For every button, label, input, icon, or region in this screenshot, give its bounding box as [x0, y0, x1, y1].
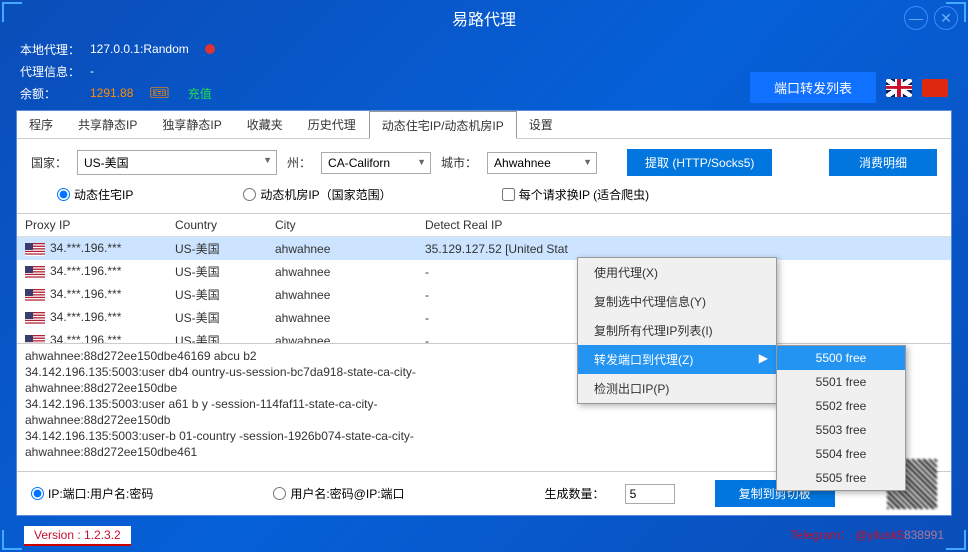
- ctx-item-4[interactable]: 检测出口IP(P): [578, 374, 776, 403]
- flag-us-icon: [25, 289, 45, 302]
- table-row[interactable]: 34.***.196.***US-美国ahwahnee-: [17, 260, 951, 283]
- radio-format2[interactable]: 用户名:密码@IP:端口: [273, 485, 404, 502]
- flag-us-icon: [25, 312, 45, 325]
- flag-us-icon: [25, 335, 45, 343]
- ticket-icon: 🎟: [149, 83, 169, 103]
- country-label: 国家：: [31, 154, 67, 171]
- context-menu: 使用代理(X)复制选中代理信息(Y)复制所有代理IP列表(I)转发端口到代理(Z…: [577, 257, 777, 404]
- tab-3[interactable]: 收藏夹: [235, 111, 296, 138]
- col-country: Country: [175, 218, 275, 232]
- consume-detail-button[interactable]: 消费明细: [829, 149, 937, 176]
- version-badge: Version : 1.2.3.2: [24, 526, 131, 546]
- flag-uk-icon[interactable]: [886, 79, 912, 97]
- balance-value: 1291.88: [90, 86, 133, 100]
- radio-residential[interactable]: 动态住宅IP: [57, 186, 133, 203]
- sub-item-3[interactable]: 5503 free: [777, 418, 905, 442]
- ctx-item-1[interactable]: 复制选中代理信息(Y): [578, 287, 776, 316]
- sub-item-5[interactable]: 5505 free: [777, 466, 905, 490]
- city-select[interactable]: Ahwahnee: [487, 152, 597, 174]
- extract-button[interactable]: 提取 (HTTP/Socks5): [627, 149, 772, 176]
- tab-5[interactable]: 动态住宅IP/动态机房IP: [369, 111, 517, 139]
- state-label: 州：: [287, 154, 311, 171]
- tab-6[interactable]: 设置: [517, 111, 566, 138]
- radio-datacenter[interactable]: 动态机房IP（国家范围）: [243, 186, 391, 203]
- tab-0[interactable]: 程序: [17, 111, 66, 138]
- flag-us-icon: [25, 266, 45, 279]
- flag-us-icon: [25, 243, 45, 256]
- tabs: 程序共享静态IP独享静态IP收藏夹历史代理动态住宅IP/动态机房IP设置: [17, 111, 951, 139]
- qty-label: 生成数量：: [545, 485, 605, 502]
- tab-1[interactable]: 共享静态IP: [66, 111, 150, 138]
- status-dot-icon: [205, 44, 215, 54]
- radio-format1[interactable]: IP:端口:用户名:密码: [31, 485, 153, 502]
- tab-4[interactable]: 历史代理: [296, 111, 369, 138]
- col-ip: Proxy IP: [25, 218, 175, 232]
- local-proxy-value: 127.0.0.1:Random: [90, 42, 189, 56]
- city-label: 城市：: [441, 154, 477, 171]
- col-city: City: [275, 218, 425, 232]
- qty-input[interactable]: [625, 484, 675, 504]
- submenu: 5500 free5501 free5502 free5503 free5504…: [776, 345, 906, 491]
- sub-item-2[interactable]: 5502 free: [777, 394, 905, 418]
- table-row[interactable]: 34.***.196.***US-美国ahwahnee-: [17, 306, 951, 329]
- balance-label: 余额：: [20, 85, 80, 102]
- col-detect: Detect Real IP: [425, 218, 943, 232]
- proxy-info-value: -: [90, 64, 94, 78]
- close-button[interactable]: ✕: [934, 6, 958, 30]
- state-select[interactable]: CA-Californ: [321, 152, 431, 174]
- telegram-info: Telegram： @yilusk5838991: [790, 526, 944, 546]
- ctx-item-3[interactable]: 转发端口到代理(Z)▶5500 free5501 free5502 free55…: [578, 345, 776, 374]
- sub-item-0[interactable]: 5500 free: [777, 346, 905, 370]
- recharge-link[interactable]: 充值: [188, 85, 212, 102]
- country-select[interactable]: US-美国: [77, 150, 277, 175]
- titlebar: 易路代理 — ✕: [0, 0, 968, 36]
- port-forward-list-button[interactable]: 端口转发列表: [750, 72, 876, 103]
- flag-cn-icon[interactable]: [922, 79, 948, 97]
- proxy-info-label: 代理信息：: [20, 63, 80, 80]
- tab-2[interactable]: 独享静态IP: [150, 111, 234, 138]
- local-proxy-label: 本地代理：: [20, 41, 80, 58]
- table-row[interactable]: 34.***.196.***US-美国ahwahnee-: [17, 283, 951, 306]
- proxy-table: Proxy IP Country City Detect Real IP 34.…: [17, 213, 951, 343]
- table-row[interactable]: 34.***.196.***US-美国ahwahnee-: [17, 329, 951, 343]
- table-row[interactable]: 34.***.196.***US-美国ahwahnee35.129.127.52…: [17, 237, 951, 260]
- ctx-item-0[interactable]: 使用代理(X): [578, 258, 776, 287]
- check-each-request[interactable]: 每个请求换IP (适合爬虫): [502, 186, 649, 203]
- minimize-button[interactable]: —: [904, 6, 928, 30]
- ctx-item-2[interactable]: 复制所有代理IP列表(I): [578, 316, 776, 345]
- sub-item-4[interactable]: 5504 free: [777, 442, 905, 466]
- app-title: 易路代理: [452, 6, 516, 30]
- sub-item-1[interactable]: 5501 free: [777, 370, 905, 394]
